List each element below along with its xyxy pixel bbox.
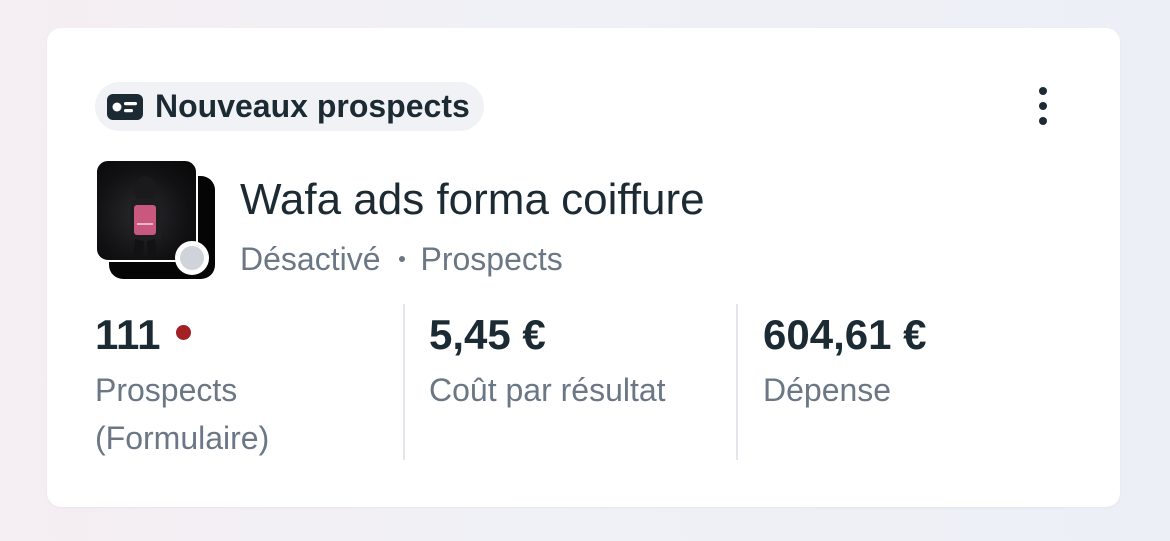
- metric-spend: 604,61 € Dépense: [763, 310, 1063, 414]
- more-options-button[interactable]: [1025, 82, 1061, 130]
- objective-tag-label: Nouveaux prospects: [155, 88, 470, 124]
- metric-label: Prospects (Formulaire): [95, 372, 270, 456]
- status-indicator: [175, 241, 209, 275]
- more-vertical-icon-dot: [1039, 117, 1047, 125]
- results-value: 111: [95, 311, 161, 358]
- campaign-objective: Prospects: [420, 241, 563, 277]
- metric-divider: [403, 304, 405, 460]
- campaign-card[interactable]: Nouveaux prospects Wafa ads forma coiffu…: [47, 28, 1120, 507]
- more-vertical-icon: [1039, 87, 1047, 95]
- metric-cost-per-result: 5,45 € Coût par résultat: [429, 310, 729, 414]
- alert-indicator: [176, 324, 192, 340]
- campaign-status: Désactivé: [240, 241, 381, 277]
- campaign-meta: Désactivé Prospects: [240, 239, 563, 279]
- metric-results: 111 Prospects (Formulaire): [95, 310, 385, 462]
- separator-dot: [398, 256, 405, 262]
- objective-tag: Nouveaux prospects: [95, 82, 484, 131]
- more-vertical-icon-dot: [1039, 102, 1047, 110]
- metric-value: 604,61 €: [763, 311, 927, 358]
- metric-label: Dépense: [763, 372, 892, 408]
- campaign-thumbnail[interactable]: [95, 159, 219, 283]
- campaign-name[interactable]: Wafa ads forma coiffure: [240, 174, 705, 226]
- metric-divider: [736, 304, 738, 460]
- lead-form-icon: [107, 93, 143, 120]
- metric-label: Coût par résultat: [429, 372, 666, 408]
- metric-value: 5,45 €: [429, 311, 546, 358]
- metric-value: 111: [95, 310, 385, 360]
